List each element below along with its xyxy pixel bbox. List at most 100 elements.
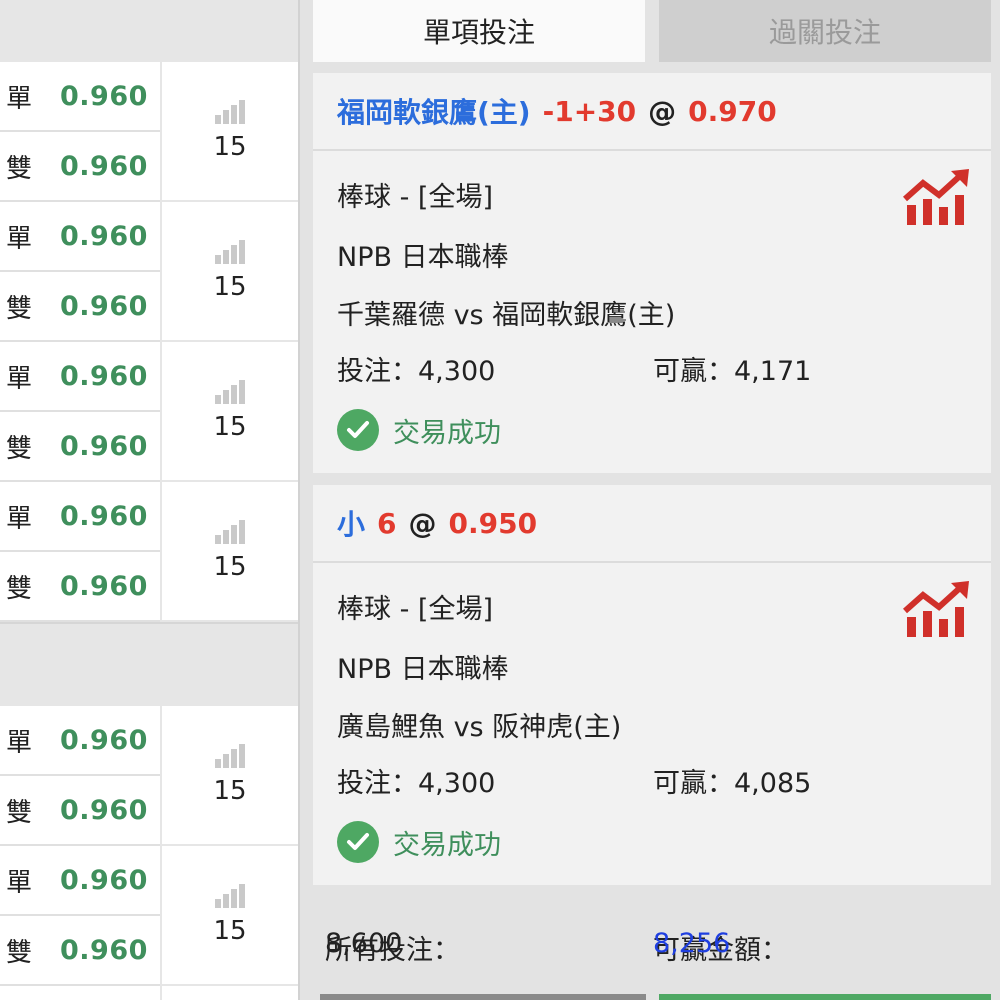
market-count: 15 <box>213 916 247 946</box>
odds-value: 0.960 <box>60 80 148 112</box>
odd-button-odd[interactable]: 單 0.960 <box>0 482 160 552</box>
odd-button-even[interactable]: 雙 0.960 <box>0 412 160 482</box>
odd-button-even[interactable]: 雙 0.960 <box>0 132 160 202</box>
handicap-value: -1+30 <box>542 94 637 128</box>
even-label: 雙 <box>6 797 33 828</box>
odds-value: 0.960 <box>60 794 148 826</box>
odd-label: 單 <box>6 83 33 114</box>
sport-market: 棒球 - [全場] <box>337 594 493 625</box>
league-name: NPB 日本職棒 <box>337 242 509 273</box>
status-text: 交易成功 <box>393 829 501 861</box>
odds-value: 0.960 <box>60 150 148 182</box>
total-win-value: 8,256 <box>653 928 731 959</box>
stats-button[interactable]: 15 <box>162 482 298 620</box>
stake-value: 4,300 <box>418 356 496 387</box>
bar-chart-icon <box>215 884 245 908</box>
bet-slip-panel: 單項投注 過關投注 福岡軟銀鷹(主) -1+30 @ 0.970 棒球 - [全… <box>302 0 1000 1000</box>
status-success: 交易成功 <box>337 821 501 863</box>
stake-label: 投注： <box>337 768 418 799</box>
market-count: 15 <box>213 552 247 582</box>
odds-group: 單 0.960 雙 0.960 15 <box>0 62 298 202</box>
trend-chart-icon[interactable] <box>903 169 971 227</box>
match-name: 廣島鯉魚 vs 阪神虎(主) <box>337 712 622 743</box>
bar-chart-icon <box>215 240 245 264</box>
odd-button-even[interactable]: 雙 0.960 <box>0 916 160 986</box>
stats-button[interactable] <box>162 986 298 1000</box>
league-name: NPB 日本職棒 <box>337 654 509 685</box>
even-label: 雙 <box>6 433 33 464</box>
odd-button-even[interactable]: 雙 0.960 <box>0 776 160 846</box>
odd-label: 單 <box>6 867 33 898</box>
total-stake-value: 8,600 <box>325 928 403 959</box>
odd-label: 單 <box>6 503 33 534</box>
odds-value: 0.960 <box>60 724 148 756</box>
stake-amount: 投注：4,300 <box>337 761 495 800</box>
odds-list-header <box>0 0 298 62</box>
match-name: 千葉羅德 vs 福岡軟銀鷹(主) <box>337 300 676 331</box>
odds-group: 單 0.960 雙 0.960 15 <box>0 342 298 482</box>
stats-button[interactable]: 15 <box>162 202 298 340</box>
odds-list-panel: 單 0.960 雙 0.960 15 單 0.960 雙 0.960 15 單 … <box>0 0 300 1000</box>
bet-card: 福岡軟銀鷹(主) -1+30 @ 0.970 棒球 - [全場] NPB 日本職… <box>313 73 991 473</box>
trend-chart-icon[interactable] <box>903 581 971 639</box>
bet-selection: 小 6 @ 0.950 <box>313 485 991 563</box>
odds-value: 0.960 <box>60 360 148 392</box>
bet-card: 小 6 @ 0.950 棒球 - [全場] NPB 日本職棒 廣島鯉魚 vs 阪… <box>313 485 991 885</box>
check-circle-icon <box>337 409 379 451</box>
market-count: 15 <box>213 132 247 162</box>
odd-button-even[interactable]: 雙 0.960 <box>0 552 160 622</box>
even-label: 雙 <box>6 573 33 604</box>
at-sign: @ <box>408 506 437 540</box>
even-label: 雙 <box>6 937 33 968</box>
odds-value: 0.960 <box>60 570 148 602</box>
bar-chart-icon <box>215 380 245 404</box>
odds-value: 0.960 <box>60 500 148 532</box>
bet-summary: 所有投注： 8,600 可贏金額： 8,256 <box>313 906 991 986</box>
stats-button[interactable]: 15 <box>162 342 298 480</box>
odd-button-odd[interactable]: 單 0.960 <box>0 202 160 272</box>
odds-value: 0.960 <box>60 430 148 462</box>
action-button-left[interactable] <box>320 994 646 1000</box>
potential-win: 可贏：4,171 <box>653 349 811 388</box>
sport-market: 棒球 - [全場] <box>337 182 493 213</box>
win-value: 4,085 <box>734 768 812 799</box>
tab-parlay-bet[interactable]: 過關投注 <box>659 0 991 62</box>
odds-value: 0.960 <box>60 220 148 252</box>
potential-win: 可贏：4,085 <box>653 761 811 800</box>
bet-selection: 福岡軟銀鷹(主) -1+30 @ 0.970 <box>313 73 991 151</box>
at-sign: @ <box>648 94 677 128</box>
status-success: 交易成功 <box>337 409 501 451</box>
odd-button-odd[interactable]: 單 0.960 <box>0 846 160 916</box>
even-label: 雙 <box>6 293 33 324</box>
bet-details: 棒球 - [全場] NPB 日本職棒 千葉羅德 vs 福岡軟銀鷹(主) 投注：4… <box>313 151 991 471</box>
selection-name: 福岡軟銀鷹(主) <box>337 96 531 129</box>
bar-chart-icon <box>215 744 245 768</box>
win-value: 4,171 <box>734 356 812 387</box>
market-count: 15 <box>213 776 247 806</box>
bet-details: 棒球 - [全場] NPB 日本職棒 廣島鯉魚 vs 阪神虎(主) 投注：4,3… <box>313 563 991 883</box>
odd-button-odd[interactable]: 單 0.960 <box>0 342 160 412</box>
odd-button-odd[interactable] <box>0 986 160 1000</box>
selection-name: 小 <box>337 508 366 541</box>
odd-button-odd[interactable]: 單 0.960 <box>0 62 160 132</box>
league-section-header <box>0 622 298 706</box>
odds-group-partial <box>0 986 298 1000</box>
odd-label: 單 <box>6 363 33 394</box>
odds-value: 0.960 <box>60 290 148 322</box>
stake-amount: 投注：4,300 <box>337 349 495 388</box>
stake-value: 4,300 <box>418 768 496 799</box>
stats-button[interactable]: 15 <box>162 846 298 984</box>
stats-button[interactable]: 15 <box>162 62 298 200</box>
odd-button-odd[interactable]: 單 0.960 <box>0 706 160 776</box>
odd-button-even[interactable]: 雙 0.960 <box>0 272 160 342</box>
bet-odds: 0.970 <box>688 94 777 128</box>
action-button-right[interactable] <box>659 994 991 1000</box>
odds-group: 單 0.960 雙 0.960 15 <box>0 202 298 342</box>
tab-single-bet[interactable]: 單項投注 <box>313 0 645 62</box>
odd-label: 單 <box>6 223 33 254</box>
odds-group: 單 0.960 雙 0.960 15 <box>0 846 298 986</box>
stats-button[interactable]: 15 <box>162 706 298 844</box>
odd-label: 單 <box>6 727 33 758</box>
market-count: 15 <box>213 272 247 302</box>
status-text: 交易成功 <box>393 417 501 449</box>
